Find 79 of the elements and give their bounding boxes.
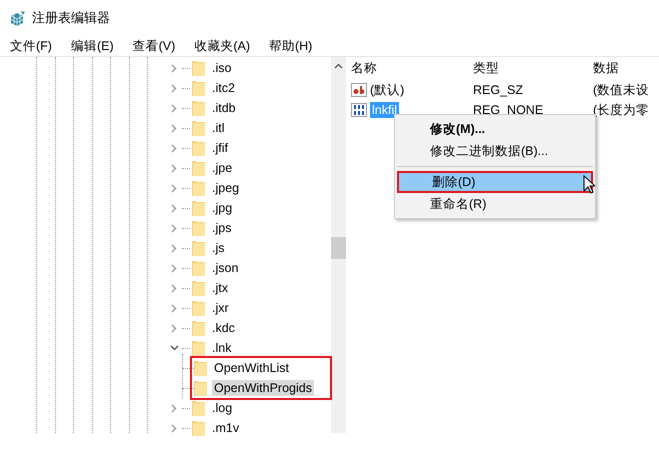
tree-item[interactable]: .jpeg [210,180,242,196]
menu-item[interactable]: 文件(F) [8,36,54,56]
folder-icon [192,100,205,116]
string-value-icon [351,83,367,97]
column-header[interactable]: 类型 [469,60,589,76]
expand-chevron-icon[interactable] [171,304,177,312]
folder-icon [192,240,205,256]
folder-icon [194,360,207,376]
value-name[interactable]: (默认) [370,82,404,98]
expand-chevron-icon[interactable] [171,204,177,212]
expand-chevron-icon[interactable] [171,264,177,272]
tree-item[interactable]: .kdc [210,320,237,336]
expand-chevron-icon[interactable] [171,84,177,92]
expand-chevron-icon[interactable] [171,104,177,112]
tree-item[interactable]: OpenWithProgids [212,380,314,396]
value-type: REG_NONE [472,103,544,117]
folder-icon [192,220,205,236]
column-header[interactable]: 名称 [347,60,469,76]
tree-item[interactable]: .iso [210,60,234,76]
expand-chevron-icon[interactable] [171,424,177,432]
expand-chevron-icon[interactable] [171,284,177,292]
expand-chevron-icon[interactable] [171,144,177,152]
folder-icon [194,380,207,396]
registry-cubes-icon [10,10,26,26]
binary-value-icon [351,103,367,117]
folder-icon [192,160,205,176]
menu-item[interactable]: 重命名(R) [397,193,593,215]
expand-chevron-icon[interactable] [171,324,177,332]
folder-icon [192,400,205,416]
expand-chevron-icon[interactable] [171,244,177,252]
value-type: REG_SZ [472,83,524,97]
scrollbar[interactable] [331,57,346,433]
folder-icon [192,180,205,196]
tree-item[interactable]: .jpe [210,160,234,176]
folder-icon [192,300,205,316]
folder-icon [192,80,205,96]
menu-item[interactable]: 编辑(E) [68,36,116,56]
menu-item[interactable]: 查看(V) [130,36,178,56]
value-data: (数值未设 [592,82,650,98]
mouse-pointer-icon [583,175,595,194]
scroll-thumb[interactable] [331,237,346,259]
expand-chevron-icon[interactable] [171,404,177,412]
tree-item[interactable]: .lnk [210,340,234,356]
tree-item[interactable]: .jfif [210,140,230,156]
menu-item[interactable]: 帮助(H) [266,36,314,56]
tree-item[interactable]: .itl [210,120,226,136]
window-title: 注册表编辑器 [32,9,110,27]
menu-item[interactable]: 删除(D) [397,171,593,193]
tree-item[interactable]: .jpg [210,200,234,216]
expand-chevron-icon[interactable] [171,224,177,232]
column-header[interactable]: 数据 [589,60,659,76]
tree-item[interactable]: .jxr [210,300,231,316]
tree-item[interactable]: .json [210,260,240,276]
expand-chevron-icon[interactable] [171,64,177,72]
folder-icon [192,60,205,76]
expand-chevron-icon[interactable] [171,184,177,192]
folder-icon [192,280,205,296]
tree-item[interactable]: .m1v [210,420,242,436]
folder-icon [192,140,205,156]
folder-icon [192,420,205,436]
folder-icon [192,260,205,276]
folder-icon [192,340,205,356]
tree-item[interactable]: .js [210,240,226,256]
tree-item[interactable]: .jtx [210,280,230,296]
tree-item[interactable]: OpenWithList [212,360,292,376]
collapse-chevron-icon[interactable] [170,345,178,351]
menu-item[interactable]: 收藏夹(A) [192,36,252,56]
folder-icon [192,320,205,336]
menu-item[interactable]: 修改二进制数据(B)... [397,140,593,162]
tree-item[interactable]: .itdb [210,100,238,116]
menu-item[interactable]: 修改(M)... [397,118,593,140]
tree-item[interactable]: .jps [210,220,234,236]
scroll-up-icon[interactable] [334,63,343,69]
expand-chevron-icon[interactable] [171,124,177,132]
folder-icon [192,200,205,216]
expand-chevron-icon[interactable] [171,164,177,172]
tree-item[interactable]: .log [210,400,234,416]
tree-item[interactable]: .itc2 [210,80,237,96]
folder-icon [192,120,205,136]
